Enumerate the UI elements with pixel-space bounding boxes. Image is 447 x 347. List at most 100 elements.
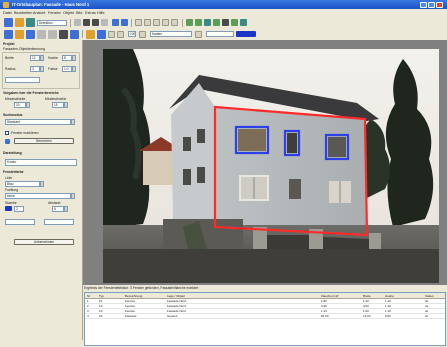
search-mode-select[interactable]: Standard xyxy=(5,119,71,125)
extra-field-1[interactable] xyxy=(5,219,35,225)
spin-button[interactable] xyxy=(64,102,68,108)
cut-icon[interactable] xyxy=(74,19,81,26)
paste-icon[interactable] xyxy=(92,19,99,26)
column-header[interactable]: Lage / Objekt xyxy=(167,294,185,298)
factor-input[interactable]: 1.0 xyxy=(62,66,72,72)
color-picker-icon[interactable] xyxy=(97,29,106,39)
width-input[interactable]: 12 xyxy=(30,55,40,61)
min-height-input[interactable]: 15 xyxy=(52,102,64,108)
polygon-tool-icon[interactable] xyxy=(153,19,160,26)
facade-photo[interactable] xyxy=(103,49,439,283)
spacing-input[interactable]: 5 xyxy=(52,206,64,212)
mark-windows-checkbox[interactable] xyxy=(5,131,9,135)
redo-icon[interactable] xyxy=(121,19,128,26)
calculate-icon[interactable] xyxy=(5,139,10,144)
open-folder-icon[interactable] xyxy=(15,18,24,27)
menu-ansicht[interactable]: Ansicht xyxy=(33,11,45,15)
new-file-icon[interactable] xyxy=(4,18,13,27)
extra-field-2[interactable] xyxy=(44,219,74,225)
copy-icon[interactable] xyxy=(83,19,90,26)
close-button[interactable] xyxy=(436,1,443,8)
layer-2-icon[interactable] xyxy=(195,19,202,26)
column-header[interactable]: Typ xyxy=(99,294,104,298)
spin-button[interactable] xyxy=(40,55,44,61)
filter-select[interactable]: Kanten xyxy=(150,31,192,37)
menu-bearbeiten[interactable]: Bearbeiten xyxy=(14,11,32,15)
brightness-icon[interactable] xyxy=(108,30,115,38)
menu-objekt[interactable]: Objekt xyxy=(63,11,74,15)
column-header[interactable]: Breite xyxy=(363,294,371,298)
undo-icon[interactable] xyxy=(112,19,119,26)
crop-icon[interactable] xyxy=(59,29,68,39)
column-header[interactable]: Nr xyxy=(87,294,90,298)
rotate-icon[interactable] xyxy=(48,29,57,39)
zoom-field[interactable]: 100% xyxy=(128,31,136,37)
chevron-down-icon[interactable] xyxy=(71,193,75,199)
display-input[interactable]: Kontur xyxy=(5,159,77,166)
table-cell: F2 xyxy=(99,303,103,308)
rectangle-tool-icon[interactable] xyxy=(144,19,151,26)
options-icon[interactable] xyxy=(195,30,202,38)
minimize-button[interactable] xyxy=(420,1,427,8)
maximize-button[interactable] xyxy=(428,1,435,8)
contrast-icon[interactable] xyxy=(117,30,124,38)
line-color-swatch[interactable] xyxy=(5,206,12,211)
threshold-field[interactable] xyxy=(206,31,234,37)
menu-bild[interactable]: Bild xyxy=(76,11,82,15)
spin-button[interactable] xyxy=(64,206,68,212)
save-icon[interactable] xyxy=(26,18,35,27)
menu-extras[interactable]: Extras xyxy=(85,11,96,15)
mode-field[interactable]: Detektion xyxy=(37,19,67,26)
chevron-down-icon[interactable] xyxy=(71,119,75,125)
filter-icon[interactable] xyxy=(139,30,146,38)
histogram-icon[interactable] xyxy=(70,29,79,39)
layer-6-icon[interactable] xyxy=(240,19,247,26)
menu-hilfe[interactable]: Hilfe xyxy=(97,11,105,15)
menu-datei[interactable]: Datei xyxy=(3,11,12,15)
layer-1-icon[interactable] xyxy=(186,19,193,26)
table-cell: 0.60 xyxy=(363,303,369,308)
zoom-in-icon[interactable] xyxy=(4,29,13,39)
table-cell: 1.44 xyxy=(321,308,327,313)
apply-button[interactable]: Uebernehmen xyxy=(14,239,74,245)
color-swatch[interactable] xyxy=(236,31,256,37)
pan-icon[interactable] xyxy=(37,29,46,39)
min-width-input[interactable]: 20 xyxy=(14,102,26,108)
menu-fenster[interactable]: Fenster xyxy=(48,11,61,15)
project-field[interactable] xyxy=(5,77,40,83)
fill-select[interactable]: keine xyxy=(5,193,71,199)
table-row[interactable]: 4 FA Fassade Gesamt 84.50 13.00 6.50 ok xyxy=(85,313,445,319)
line-color-select[interactable]: Blau xyxy=(5,181,40,187)
column-header[interactable]: Flaeche [m2] xyxy=(321,294,338,298)
line-label: Linie xyxy=(5,176,13,180)
field-label: Breite xyxy=(5,56,14,60)
layer-4-icon[interactable] xyxy=(213,19,220,26)
calculate-button[interactable]: Berechnen xyxy=(14,138,74,144)
zoom-out-icon[interactable] xyxy=(15,29,24,39)
results-table[interactable]: Nr Typ Bezeichnung Lage / Objekt Flaeche… xyxy=(84,292,446,346)
column-header[interactable]: Bezeichnung xyxy=(125,294,142,298)
height-input[interactable]: 8 xyxy=(62,55,72,61)
pencil-icon[interactable] xyxy=(86,29,95,39)
fit-icon[interactable] xyxy=(26,29,35,39)
radius-input[interactable]: 3 xyxy=(30,66,40,72)
column-header[interactable]: Status xyxy=(425,294,434,298)
select-tool-icon[interactable] xyxy=(135,19,142,26)
grid-icon[interactable] xyxy=(222,19,229,26)
measure-tool-icon[interactable] xyxy=(162,19,169,26)
spin-button[interactable] xyxy=(72,55,76,61)
delete-icon[interactable] xyxy=(101,19,108,26)
chevron-down-icon[interactable] xyxy=(40,181,44,187)
toolbar-separator xyxy=(70,19,71,27)
layer-3-icon[interactable] xyxy=(204,19,211,26)
thickness-input[interactable]: 2 xyxy=(14,206,24,212)
layer-5-icon[interactable] xyxy=(231,19,238,26)
spin-button[interactable] xyxy=(26,102,30,108)
text-tool-icon[interactable] xyxy=(171,19,178,26)
spin-button[interactable] xyxy=(40,66,44,72)
menu-bar: Datei Bearbeiten Ansicht Fenster Objekt … xyxy=(0,9,447,17)
image-viewer[interactable] xyxy=(83,40,447,285)
table-cell: 13.00 xyxy=(363,313,371,318)
spin-button[interactable] xyxy=(72,66,76,72)
column-header[interactable]: Hoehe xyxy=(385,294,394,298)
